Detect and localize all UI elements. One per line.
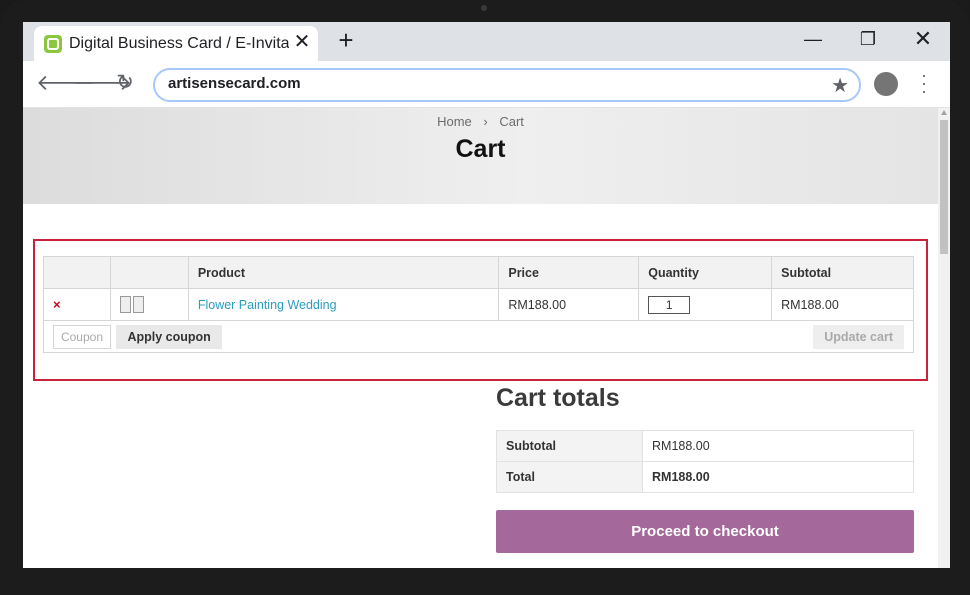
header-remove xyxy=(43,256,111,289)
cart-table: Product Price Quantity Subtotal × Flower… xyxy=(43,256,914,353)
url-text: artisensecard.com xyxy=(168,75,301,92)
proceed-to-checkout-button[interactable]: Proceed to checkout xyxy=(496,510,914,553)
back-arrow-icon[interactable]: 🡐 xyxy=(36,70,95,98)
cart-actions-row: Coupon Apply coupon Update cart xyxy=(43,320,914,353)
header-product: Product xyxy=(187,256,500,289)
tab-close-icon[interactable]: ✕ xyxy=(291,31,313,53)
header-price: Price xyxy=(498,256,640,289)
star-icon[interactable]: ★ xyxy=(831,73,849,98)
header-thumbnail xyxy=(109,256,189,289)
cart-totals-table: Subtotal RM188.00 Total RM188.00 xyxy=(496,430,914,493)
item-subtotal: RM188.00 xyxy=(771,288,914,321)
header-subtotal: Subtotal xyxy=(771,256,914,289)
forward-arrow-icon[interactable]: 🡒 xyxy=(73,70,132,98)
item-price: RM188.00 xyxy=(498,288,640,321)
minimize-button[interactable]: — xyxy=(793,26,833,54)
vertical-scrollbar[interactable] xyxy=(938,108,950,568)
tab-title: Digital Business Card / E-Invitation xyxy=(69,35,289,52)
header-quantity: Quantity xyxy=(638,256,773,289)
cart-item-row: × Flower Painting Wedding RM188.00 1 RM1… xyxy=(43,288,914,321)
webcam xyxy=(481,5,487,11)
breadcrumb-separator: › xyxy=(483,114,488,129)
thumbnail-image xyxy=(132,296,144,313)
restore-button[interactable]: ❐ xyxy=(848,26,888,54)
coupon-input[interactable]: Coupon xyxy=(53,324,111,349)
reload-icon[interactable]: ↻ xyxy=(111,70,139,98)
new-tab-button[interactable]: + xyxy=(333,27,359,54)
breadcrumb: Home › Cart xyxy=(23,114,938,129)
browser-window: Digital Business Card / E-Invitation ✕ +… xyxy=(23,22,950,568)
total-value: RM188.00 xyxy=(642,461,914,493)
page-title: Cart xyxy=(455,135,506,163)
tab-strip: Digital Business Card / E-Invitation ✕ +… xyxy=(23,22,950,61)
browser-tab[interactable]: Digital Business Card / E-Invitation ✕ xyxy=(34,26,318,61)
product-thumbnail[interactable] xyxy=(109,288,189,321)
update-cart-button[interactable]: Update cart xyxy=(813,324,904,349)
cart-totals-title: Cart totals xyxy=(496,384,620,412)
product-link[interactable]: Flower Painting Wedding xyxy=(198,298,337,312)
remove-item-icon[interactable]: × xyxy=(53,297,61,312)
cart-header-row: Product Price Quantity Subtotal xyxy=(43,256,914,289)
browser-toolbar: 🡐 🡒 ↻ artisensecard.com ★ · · · xyxy=(23,61,950,108)
quantity-input[interactable]: 1 xyxy=(648,295,691,314)
scroll-up-arrow-icon[interactable] xyxy=(941,110,947,115)
thumbnail-image xyxy=(119,296,131,313)
subtotal-row: Subtotal RM188.00 xyxy=(496,430,914,462)
site-favicon-icon xyxy=(44,35,62,53)
total-label: Total xyxy=(496,461,643,493)
subtotal-value: RM188.00 xyxy=(642,430,914,462)
scrollbar-thumb[interactable] xyxy=(940,120,948,254)
menu-dots-icon[interactable]: · · · xyxy=(917,66,931,100)
close-window-button[interactable]: ✕ xyxy=(903,26,943,54)
breadcrumb-home[interactable]: Home xyxy=(437,114,472,129)
apply-coupon-button[interactable]: Apply coupon xyxy=(116,324,222,349)
total-row: Total RM188.00 xyxy=(496,461,914,493)
profile-avatar[interactable] xyxy=(874,72,898,96)
subtotal-label: Subtotal xyxy=(496,430,643,462)
address-bar[interactable]: artisensecard.com ★ xyxy=(153,68,861,102)
page-viewport: Home › Cart Cart Product Price Quantity … xyxy=(23,108,938,568)
breadcrumb-current: Cart xyxy=(499,114,524,129)
page-header-banner: Home › Cart Cart xyxy=(23,108,938,204)
